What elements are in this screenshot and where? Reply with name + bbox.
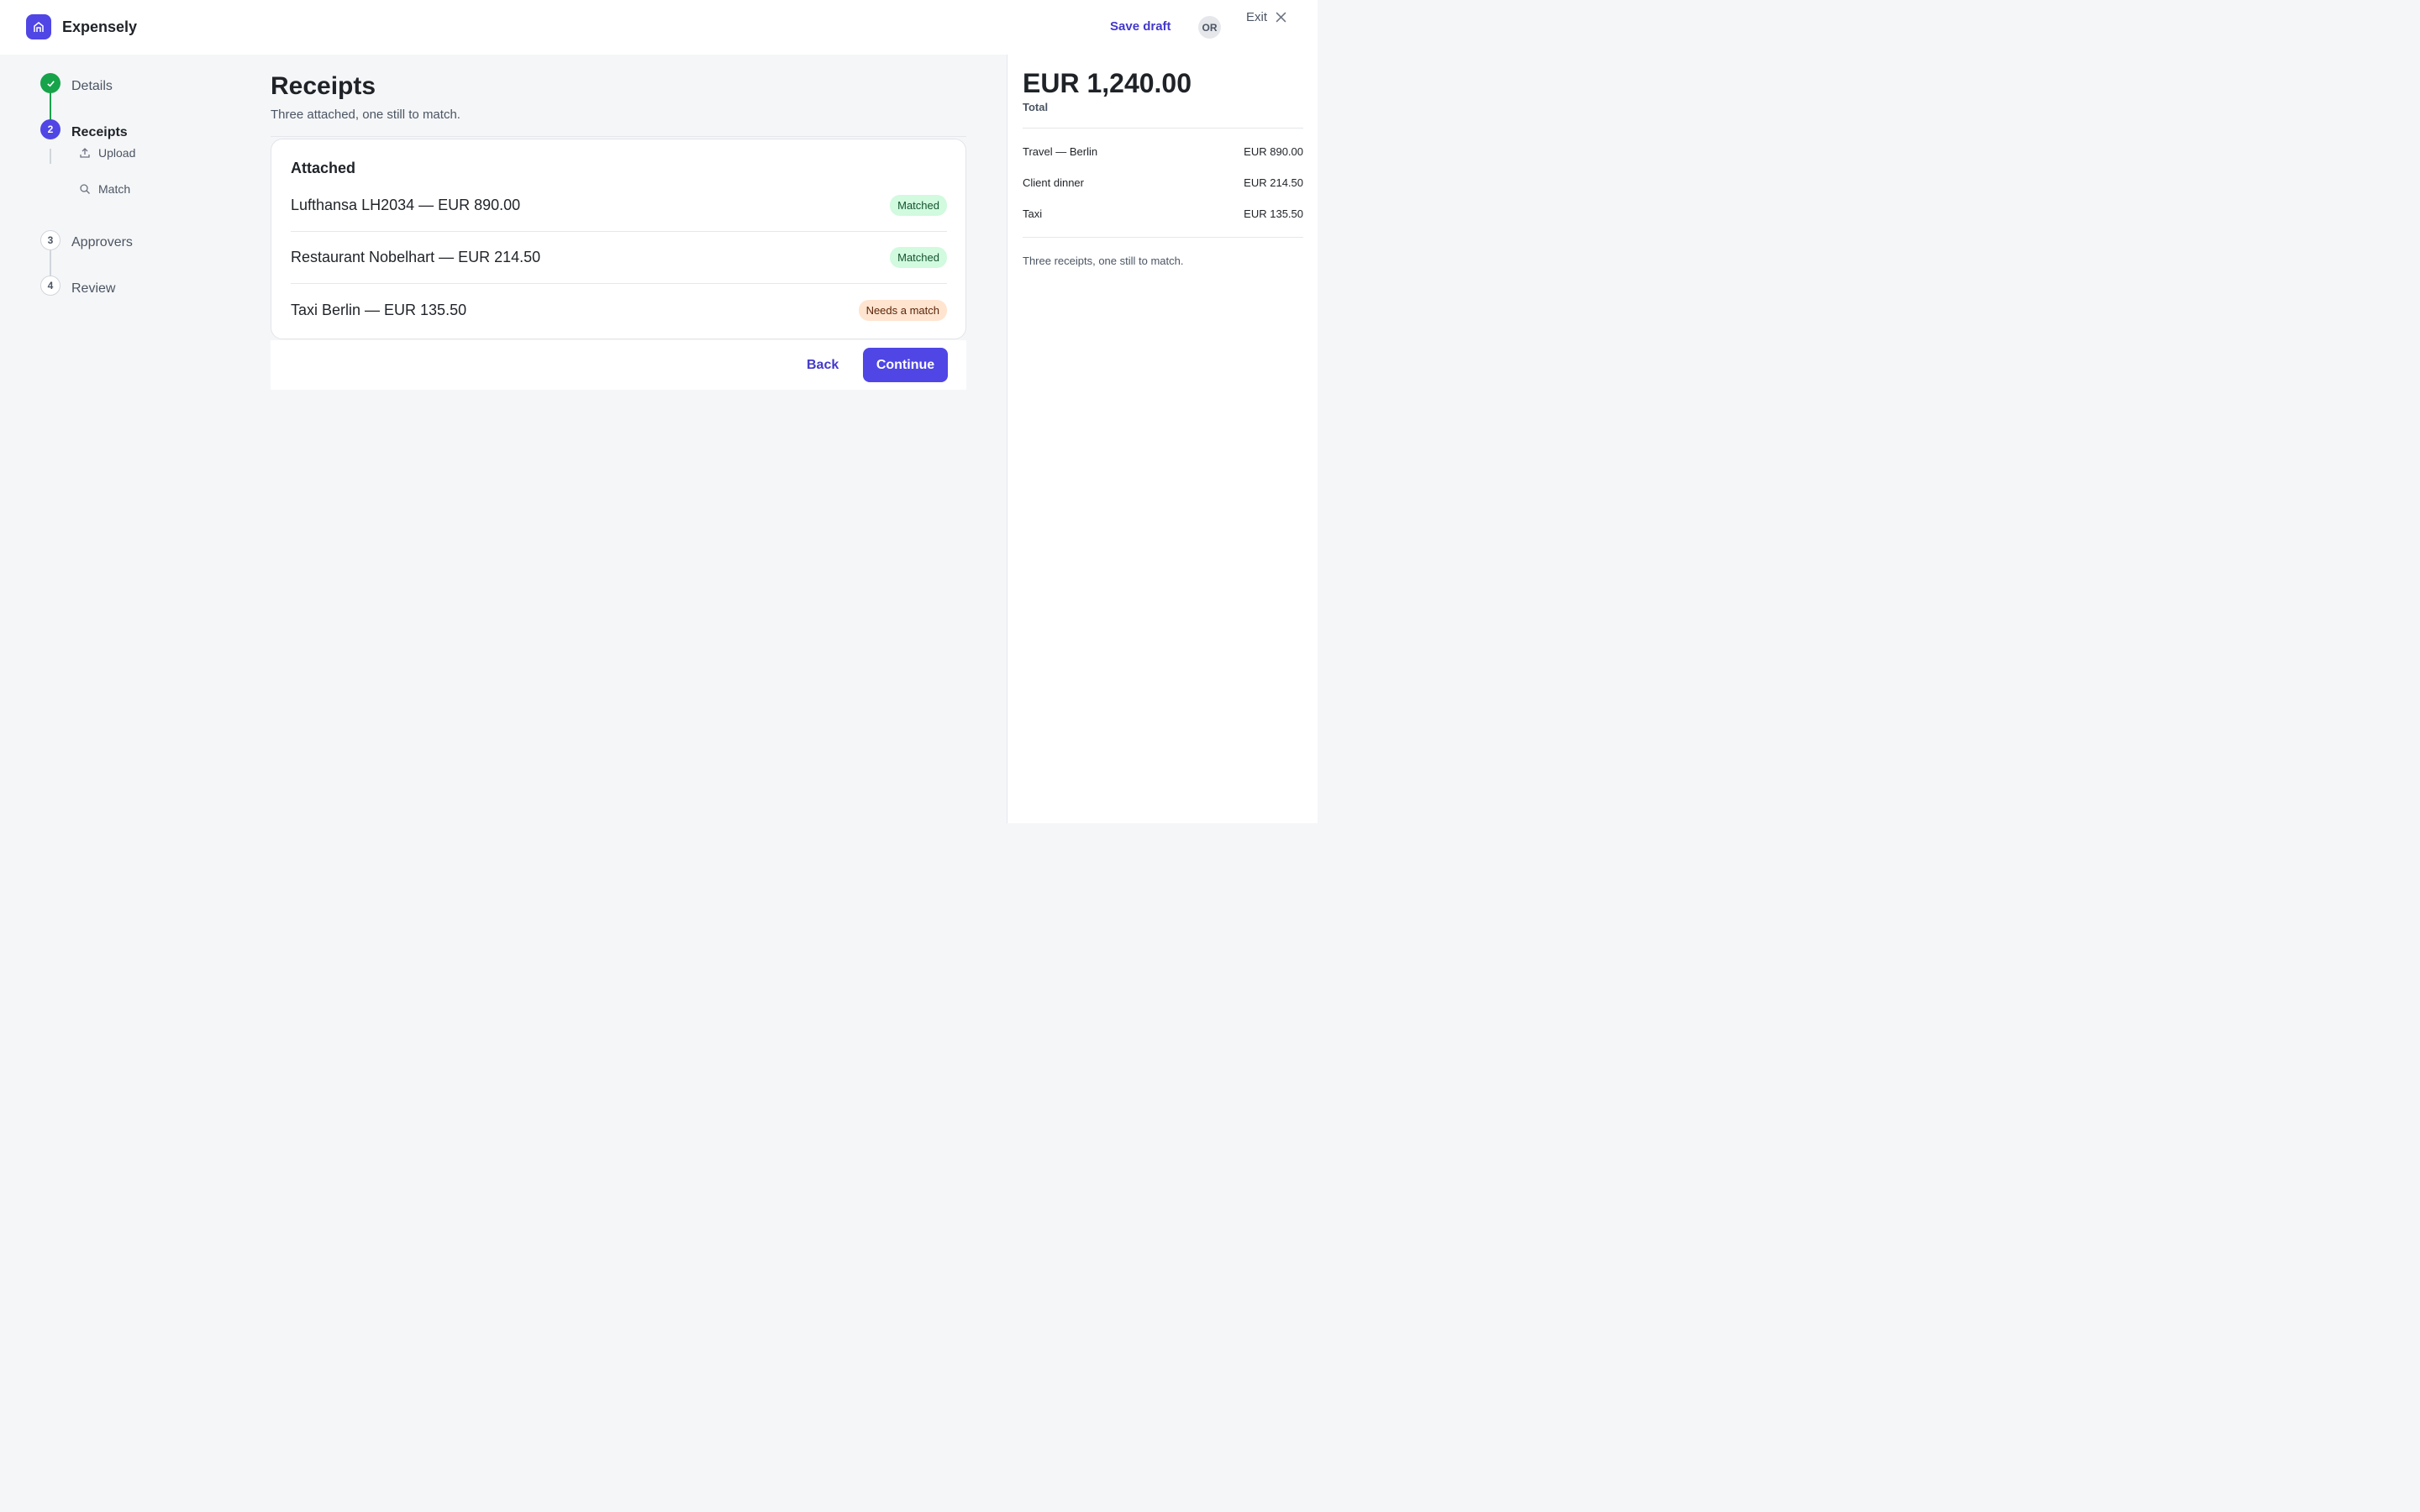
summary-panel: EUR 1,240.00 Total Travel — Berlin EUR 8… [1007,55,1318,823]
divider [271,136,966,137]
upload-icon [80,148,90,158]
summary-line: Client dinner EUR 214.50 [1023,176,1303,189]
step-done-marker[interactable] [40,73,60,93]
attached-receipts-card: Attached Lufthansa LH2034 — EUR 890.00 M… [271,139,966,339]
save-draft-button[interactable]: Save draft [1110,19,1171,34]
summary-note: Three receipts, one still to match. [1023,255,1184,267]
step-review[interactable]: Review [71,281,115,297]
continue-button[interactable]: Continue [863,348,948,382]
total-label: Total [1023,101,1049,113]
avatar[interactable]: OR [1198,16,1221,39]
card-title: Attached [291,160,356,176]
step-approvers[interactable]: Approvers [71,235,133,250]
step-receipts[interactable]: Receipts [71,125,128,140]
divider [1023,128,1303,129]
check-icon [46,80,55,87]
step-marker-3[interactable]: 3 [40,230,60,250]
stepper-connector [50,149,51,164]
status-badge: Matched [890,247,947,268]
back-button[interactable]: Back [788,348,857,382]
exit-label: Exit [1246,10,1268,24]
substep-match-label: Match [98,182,131,196]
receipt-row[interactable]: Taxi Berlin — EUR 135.50 Needs a match [291,284,947,336]
divider [1023,237,1303,238]
summary-line-amount: EUR 135.50 [1244,207,1303,220]
summary-line-label: Taxi [1023,207,1043,220]
form-footer [271,340,966,390]
status-badge: Needs a match [858,299,947,321]
summary-line-label: Travel — Berlin [1023,145,1098,158]
app-logo-icon[interactable] [26,14,51,39]
stepper-connector [50,250,51,276]
summary-line-amount: EUR 890.00 [1244,145,1303,158]
receipt-text: Taxi Berlin — EUR 135.50 [291,301,467,318]
summary-line-label: Client dinner [1023,176,1084,189]
receipt-text: Lufthansa LH2034 — EUR 890.00 [291,197,521,213]
summary-line: Travel — Berlin EUR 890.00 [1023,145,1303,158]
status-badge: Matched [890,195,947,216]
receipt-row[interactable]: Restaurant Nobelhart — EUR 214.50 Matche… [291,232,947,284]
app-name: Expensely [62,18,138,35]
receipt-row[interactable]: Lufthansa LH2034 — EUR 890.00 Matched [291,180,947,232]
receipt-text: Restaurant Nobelhart — EUR 214.50 [291,249,541,265]
summary-line: Taxi EUR 135.50 [1023,207,1303,220]
top-bar: Expensely Save draft OR Exit [0,0,1318,55]
step-marker-4[interactable]: 4 [40,276,60,296]
page-subtitle: Three attached, one still to match. [271,108,460,122]
progress-stepper: Details 2 Receipts Upload Match 3 Approv… [0,55,252,823]
step-current-marker[interactable]: 2 [40,119,60,139]
summary-line-amount: EUR 214.50 [1244,176,1303,189]
exit-button[interactable]: Exit [1246,10,1286,24]
page-title: Receipts [271,72,376,100]
substep-upload-label: Upload [98,146,136,160]
substep-upload[interactable]: Upload [79,146,135,160]
close-icon [1276,12,1286,23]
total-amount: EUR 1,240.00 [1023,68,1192,98]
substep-match[interactable]: Match [79,182,130,196]
search-icon [80,184,90,194]
step-details[interactable]: Details [71,79,113,94]
stepper-connector [50,92,51,121]
